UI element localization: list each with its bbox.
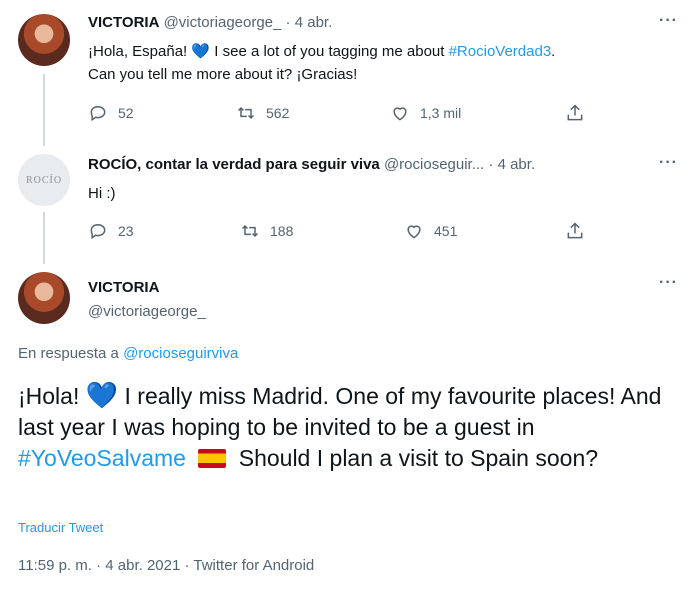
like-count: 451 (434, 223, 458, 239)
translate-tweet-link[interactable]: Traducir Tweet (18, 520, 103, 535)
thread-line (43, 212, 45, 264)
tweet-actions: 23 188 451 (88, 221, 588, 245)
avatar[interactable] (18, 14, 70, 66)
tweet-text-part: Can you tell me more about it? ¡Gracias! (88, 66, 358, 83)
tweet-text: Hi :) (88, 185, 116, 202)
reply-button[interactable]: 23 (88, 221, 134, 241)
tweet-header: ROCÍO, contar la verdad para seguir viva… (88, 156, 535, 173)
main-tweet-text: ¡Hola! 💙 I really miss Madrid. One of my… (18, 380, 678, 474)
blue-heart-icon: 💙 (85, 380, 119, 410)
tweet-text: ¡Hola, España! 💙 I see a lot of you tagg… (88, 40, 678, 86)
avatar[interactable] (18, 272, 70, 324)
like-button[interactable]: 451 (404, 221, 457, 241)
share-icon (567, 222, 583, 239)
hashtag-link[interactable]: #RocioVerdad3 (449, 43, 552, 60)
author-handle[interactable]: @rocioseguir... (384, 156, 484, 173)
retweet-button[interactable]: 188 (240, 221, 293, 241)
hashtag-link[interactable]: #YoVeoSalvame (18, 445, 186, 471)
mention-link[interactable]: @rocioseguirviva (123, 345, 238, 362)
retweet-count: 562 (266, 105, 290, 121)
reply-icon (90, 105, 106, 122)
reply-count: 23 (118, 223, 134, 239)
reply-count: 52 (118, 105, 134, 121)
share-button[interactable] (565, 221, 585, 241)
share-icon (567, 104, 583, 121)
tweet-header: VICTORIA @victoriageorge_ (88, 276, 206, 324)
tweet-text-part: Should I plan a visit to Spain soon? (238, 445, 599, 471)
retweet-icon (241, 224, 259, 238)
tweet-timestamp[interactable]: 11:59 p. m. · 4 abr. 2021 · Twitter for … (18, 557, 314, 574)
reply-prefix: En respuesta a (18, 345, 119, 362)
tweet-text-part: I see a lot of you tagging me about (214, 43, 445, 60)
more-options-icon[interactable]: ··· (659, 154, 678, 172)
more-options-icon[interactable]: ··· (659, 274, 678, 292)
author-name[interactable]: VICTORIA (88, 14, 159, 31)
retweet-button[interactable]: 562 (236, 103, 289, 123)
more-options-icon[interactable]: ··· (659, 12, 678, 30)
author-handle[interactable]: @victoriageorge_ (164, 14, 282, 31)
tweet-date[interactable]: 4 abr. (498, 156, 536, 173)
avatar[interactable]: ROCÍO (18, 154, 70, 206)
tweet-header: VICTORIA @victoriageorge_ · 4 abr. (88, 14, 332, 31)
spain-flag-icon (198, 449, 227, 468)
share-button[interactable] (565, 103, 585, 123)
retweet-count: 188 (270, 223, 294, 239)
like-count: 1,3 mil (420, 105, 462, 121)
blue-heart-icon: 💙 (191, 43, 211, 60)
separator-dot: · (488, 156, 494, 173)
author-handle[interactable]: @victoriageorge_ (88, 300, 206, 324)
retweet-icon (237, 106, 255, 120)
thread-line (43, 74, 45, 146)
tweet-text-part: ¡Hola, España! (88, 43, 188, 60)
reply-button[interactable]: 52 (88, 103, 134, 123)
tweet-text-part: . (551, 43, 556, 60)
heart-icon (393, 107, 407, 121)
reply-icon (90, 223, 106, 240)
author-name[interactable]: ROCÍO, contar la verdad para seguir viva (88, 156, 380, 173)
reply-context: En respuesta a @rocioseguirviva (18, 345, 238, 362)
separator-dot: · (285, 14, 291, 31)
author-name[interactable]: VICTORIA (88, 276, 206, 300)
avatar-text: ROCÍO (25, 174, 63, 186)
heart-icon (407, 225, 421, 239)
tweet-text-part: ¡Hola! (18, 383, 80, 409)
like-button[interactable]: 1,3 mil (390, 103, 461, 123)
tweet-actions: 52 562 1,3 mil (88, 103, 588, 127)
tweet-date[interactable]: 4 abr. (295, 14, 333, 31)
